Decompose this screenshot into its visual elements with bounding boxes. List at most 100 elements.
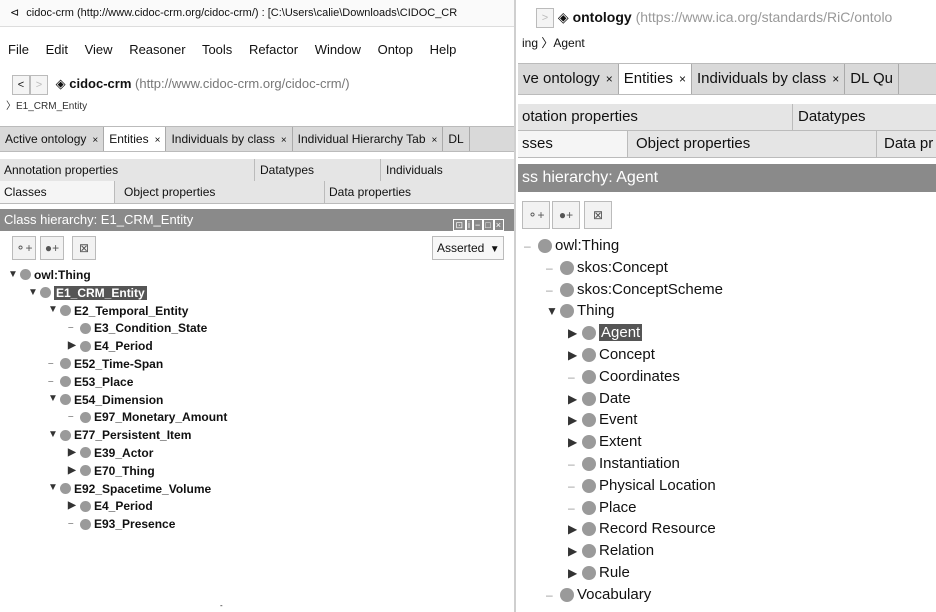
menu-reasoner[interactable]: Reasoner	[129, 42, 185, 57]
expand-arrow-icon[interactable]: ▶	[568, 432, 582, 452]
menu-help[interactable]: Help	[430, 42, 457, 57]
expand-arrow-icon[interactable]: ▶	[68, 463, 80, 479]
tree-node[interactable]: ▶ E4_Period	[68, 337, 153, 353]
forward-button[interactable]: >	[536, 8, 554, 28]
sync-icon[interactable]: ⊡	[453, 219, 467, 231]
maximize-icon[interactable]: □	[483, 219, 494, 231]
asserted-dropdown[interactable]: Asserted ▼	[432, 236, 504, 260]
tree-node[interactable]: ▶ E39_Actor	[68, 444, 153, 460]
subtab-individuals[interactable]: Individuals	[382, 159, 506, 181]
expand-arrow-icon[interactable]: ▶	[568, 519, 582, 539]
subtab-object-properties[interactable]: Object properties	[632, 131, 877, 157]
close-icon[interactable]: ×	[281, 135, 287, 146]
minimize-icon[interactable]: −	[473, 219, 484, 231]
collapse-arrow-icon[interactable]: ▼	[48, 427, 60, 443]
delete-class-icon[interactable]: ⊠	[584, 201, 612, 229]
subtab-object-properties[interactable]: Object properties	[120, 181, 325, 203]
tree-node[interactable]: – Place	[568, 498, 637, 518]
close-icon[interactable]: ×	[92, 135, 98, 146]
tree-node[interactable]: – skos:ConceptScheme	[546, 280, 723, 300]
tree-node[interactable]: – Instantiation	[568, 454, 680, 474]
tab-active-ontology[interactable]: ve ontology ×	[518, 64, 619, 94]
collapse-arrow-icon[interactable]: ▼	[28, 285, 40, 301]
tree-node[interactable]: ▼ Thing	[546, 301, 615, 321]
menu-view[interactable]: View	[85, 42, 113, 57]
menu-tools[interactable]: Tools	[202, 42, 232, 57]
tree-node[interactable]: ▶ E70_Thing	[68, 462, 155, 478]
menu-edit[interactable]: Edit	[46, 42, 68, 57]
collapse-arrow-icon[interactable]: ▼	[8, 267, 20, 283]
tree-node[interactable]: ▶ Relation	[568, 541, 654, 561]
close-view-icon[interactable]: ×	[493, 219, 504, 231]
subtab-data-properties[interactable]: Data pr	[880, 131, 936, 157]
expand-arrow-icon[interactable]: ▶	[568, 410, 582, 430]
close-icon[interactable]: ×	[606, 72, 613, 86]
tree-node[interactable]: ▶ Date	[568, 389, 631, 409]
tab-individual-hierarchy[interactable]: Individual Hierarchy Tab ×	[293, 127, 444, 151]
back-button[interactable]: <	[12, 74, 30, 95]
tree-node[interactable]: ▶ Agent	[568, 323, 643, 343]
menu-window[interactable]: Window	[315, 42, 361, 57]
expand-arrow-icon[interactable]: ▶	[568, 563, 582, 583]
tree-node[interactable]: ▶ Record Resource	[568, 519, 716, 539]
delete-class-icon[interactable]: ⊠	[72, 236, 96, 260]
close-icon[interactable]: ×	[155, 135, 161, 146]
menu-file[interactable]: File	[8, 42, 29, 57]
add-subclass-icon[interactable]: ⚬+	[12, 236, 36, 260]
tree-node[interactable]: ▶ Event	[568, 410, 637, 430]
tree-node[interactable]: – E53_Place	[48, 373, 133, 389]
collapse-arrow-icon[interactable]: ▼	[48, 302, 60, 318]
tree-node[interactable]: – Physical Location	[568, 476, 716, 496]
tree-node[interactable]: – skos:Concept	[546, 258, 668, 278]
breadcrumb-item[interactable]: ing 〉Agent	[522, 36, 585, 50]
close-icon[interactable]: ×	[432, 135, 438, 146]
tree-node[interactable]: ▶ Concept	[568, 345, 655, 365]
tree-node[interactable]: ▼ E54_Dimension	[48, 391, 163, 407]
subtab-annotation-properties[interactable]: otation properties	[518, 104, 793, 130]
tab-entities[interactable]: Entities ×	[618, 64, 692, 94]
tree-node[interactable]: – owl:Thing	[524, 236, 619, 256]
expand-arrow-icon[interactable]: ▶	[568, 541, 582, 561]
expand-arrow-icon[interactable]: ▶	[68, 498, 80, 514]
menu-refactor[interactable]: Refactor	[249, 42, 298, 57]
forward-button[interactable]: >	[30, 74, 48, 95]
close-icon[interactable]: ×	[832, 72, 839, 86]
tree-node[interactable]: – E93_Presence	[68, 515, 175, 531]
breadcrumb-item[interactable]: E1_CRM_Entity	[16, 101, 87, 112]
tree-node[interactable]: ▶ Rule	[568, 563, 630, 583]
expand-arrow-icon[interactable]: ▶	[68, 445, 80, 461]
tree-node[interactable]: ▼ E2_Temporal_Entity	[48, 302, 188, 318]
tree-node[interactable]: – E3_Condition_State	[68, 319, 207, 335]
subtab-classes[interactable]: sses	[518, 131, 628, 157]
collapse-arrow-icon[interactable]: ▼	[48, 391, 60, 407]
subtab-datatypes[interactable]: Datatypes	[794, 104, 936, 130]
tree-node[interactable]: – E97_Monetary_Amount	[68, 408, 227, 424]
tree-node[interactable]: ▶ Extent	[568, 432, 642, 452]
tab-entities[interactable]: Entities ×	[104, 127, 167, 151]
subtab-classes[interactable]: Classes	[0, 181, 115, 203]
tree-node[interactable]: ▼ owl:Thing	[8, 266, 91, 282]
tree-node[interactable]: ▶ E4_Period	[68, 497, 153, 513]
expand-arrow-icon[interactable]: ▶	[68, 338, 80, 354]
tree-node[interactable]: ▼ E1_CRM_Entity	[28, 284, 147, 300]
info-icon[interactable]: i	[466, 219, 474, 231]
tree-node[interactable]: – E52_Time-Span	[48, 355, 163, 371]
subtab-annotation-properties[interactable]: Annotation properties	[0, 159, 255, 181]
subtab-data-properties[interactable]: Data properties	[325, 181, 499, 203]
expand-arrow-icon[interactable]: ▶	[568, 323, 582, 343]
tab-dl[interactable]: DL	[443, 127, 470, 151]
add-subclass-icon[interactable]: ⚬+	[522, 201, 550, 229]
tree-node[interactable]: ▼ E77_Persistent_Item	[48, 426, 191, 442]
tab-individuals-by-class[interactable]: Individuals by class ×	[166, 127, 293, 151]
tree-node[interactable]: ▼ E92_Spacetime_Volume	[48, 480, 211, 496]
tree-node[interactable]: – Coordinates	[568, 367, 680, 387]
add-sibling-class-icon[interactable]: ●+	[40, 236, 64, 260]
close-icon[interactable]: ×	[679, 72, 686, 86]
expand-arrow-icon[interactable]: ▶	[568, 389, 582, 409]
menu-ontop[interactable]: Ontop	[378, 42, 413, 57]
add-sibling-class-icon[interactable]: ●+	[552, 201, 580, 229]
collapse-arrow-icon[interactable]: ▼	[48, 480, 60, 496]
tree-node[interactable]: – Vocabulary	[546, 585, 651, 605]
tab-dl-query[interactable]: DL Qu	[845, 64, 900, 94]
tab-active-ontology[interactable]: Active ontology ×	[0, 127, 105, 151]
